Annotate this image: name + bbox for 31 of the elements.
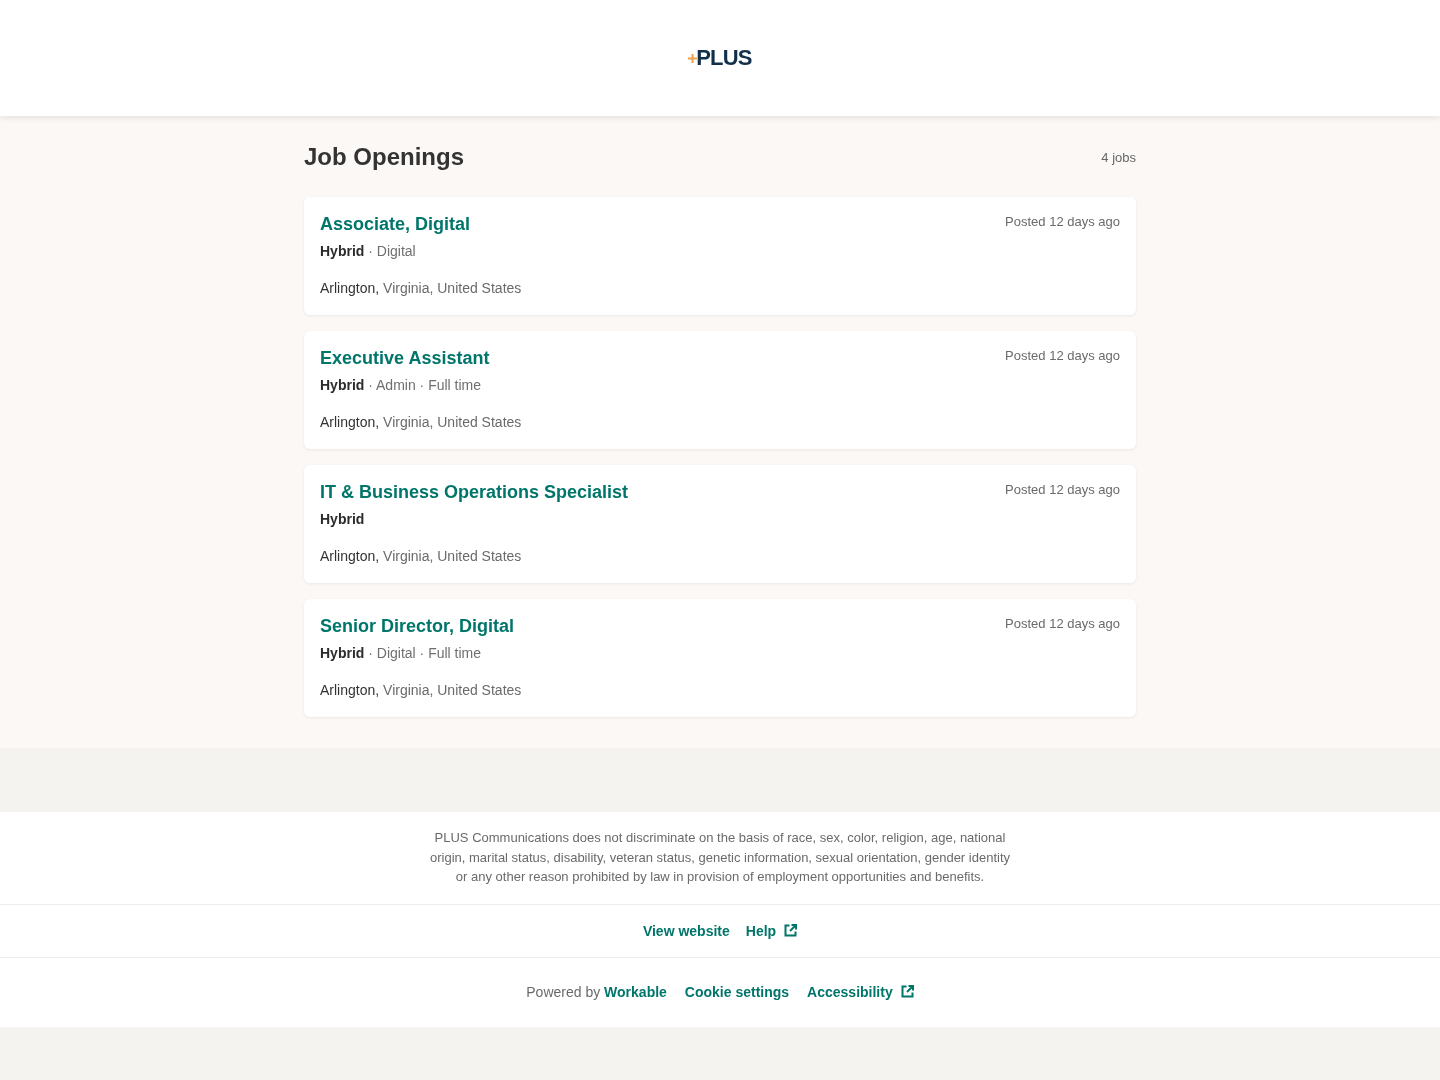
footer-link[interactable]: View website [642,920,730,941]
job-details: Hybrid · Digital [320,242,417,261]
job-title[interactable]: Senior Director, Digital [320,615,515,637]
job-title[interactable]: IT & Business Operations Specialist [320,481,629,503]
job-details: Hybrid [320,510,366,529]
job-location: Arlington, Virginia, United States [320,413,523,432]
footer-link[interactable]: Help [745,920,798,941]
job-card[interactable]: Senior Director, Digital Posted 12 days ago Hybrid · Digital · Full time Arlington, Virginia, United States [304,599,1136,717]
posted-date: Posted 12 days ago [1005,347,1120,365]
footer-link[interactable]: Accessibility [807,981,914,1002]
page-heading: Job Openings [304,142,464,172]
job-location: Arlington, Virginia, United States [320,547,523,566]
footer-link[interactable]: Cookie settings [684,981,790,1002]
job-details: Hybrid · Digital · Full time [320,644,483,663]
posted-date: Posted 12 days ago [1005,481,1120,499]
job-title[interactable]: Associate, Digital [320,213,471,235]
powered-by-note: Powered by Workable [526,981,667,1002]
job-title[interactable]: Executive Assistant [320,347,490,369]
job-location: Arlington, Virginia, United States [320,681,523,700]
job-card[interactable]: Executive Assistant Posted 12 days ago Hybrid · Admin · Full time Arlington, Virginia, United States [304,331,1136,449]
logo-wordmark[interactable]: PLUS [696,46,752,70]
job-card[interactable]: IT & Business Operations Specialist Posted 12 days ago Hybrid Arlington, Virginia, United States [304,465,1136,583]
posted-date: Posted 12 days ago [1005,615,1120,633]
job-location: Arlington, Virginia, United States [320,279,523,298]
footer-link[interactable]: Workable [604,981,667,1002]
posted-date: Posted 12 days ago [1005,213,1120,231]
plus-sign-icon [688,53,698,63]
job-details: Hybrid · Admin · Full time [320,376,483,395]
job-count: 4 jobs [1101,149,1136,165]
job-card[interactable]: Associate, Digital Posted 12 days ago Hybrid · Digital Arlington, Virginia, United States [304,197,1136,315]
equal-opportunity-notice: PLUS Communications does not discriminate on the basis of race, sex, color, religion, age, national origin, marital status, disability, veteran status, genetic information, sexual orientation, gender identity or any other reason prohibited by law in provision of employment opportunities and benefits. [429,829,1011,886]
